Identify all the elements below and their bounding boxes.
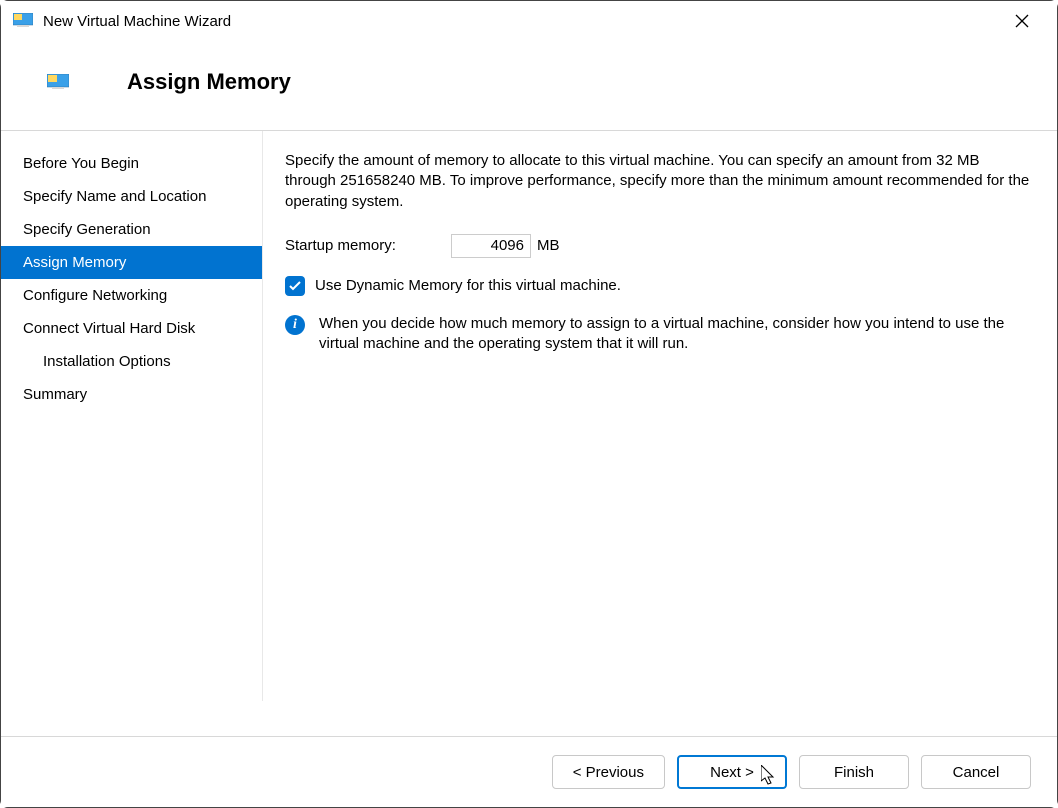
wizard-footer: < Previous Next > Finish Cancel — [1, 736, 1057, 807]
content-area: Before You Begin Specify Name and Locati… — [1, 131, 1057, 701]
step-before-you-begin[interactable]: Before You Begin — [1, 147, 262, 180]
close-icon — [1015, 14, 1029, 28]
info-row: i When you decide how much memory to ass… — [285, 314, 1031, 355]
dynamic-memory-checkbox[interactable] — [285, 276, 305, 296]
dynamic-memory-label: Use Dynamic Memory for this virtual mach… — [315, 277, 621, 294]
checkmark-icon — [289, 281, 301, 291]
dynamic-memory-row: Use Dynamic Memory for this virtual mach… — [285, 276, 1031, 296]
wizard-icon — [47, 74, 69, 90]
page-title: Assign Memory — [127, 69, 291, 95]
main-panel: Specify the amount of memory to allocate… — [263, 131, 1057, 701]
finish-button[interactable]: Finish — [799, 755, 909, 789]
previous-button[interactable]: < Previous — [552, 755, 665, 789]
memory-unit-label: MB — [537, 237, 560, 254]
step-installation-options[interactable]: Installation Options — [1, 345, 262, 378]
cancel-button[interactable]: Cancel — [921, 755, 1031, 789]
startup-memory-label: Startup memory: — [285, 237, 415, 254]
close-button[interactable] — [999, 5, 1045, 37]
wizard-steps-sidebar: Before You Begin Specify Name and Locati… — [1, 131, 263, 701]
next-button[interactable]: Next > — [677, 755, 787, 789]
wizard-header: Assign Memory — [1, 41, 1057, 130]
startup-memory-row: Startup memory: MB — [285, 234, 1031, 258]
description-text: Specify the amount of memory to allocate… — [285, 151, 1031, 212]
step-specify-generation[interactable]: Specify Generation — [1, 213, 262, 246]
info-text: When you decide how much memory to assig… — [319, 314, 1031, 355]
titlebar: New Virtual Machine Wizard — [1, 1, 1057, 41]
window-title: New Virtual Machine Wizard — [43, 13, 999, 30]
step-specify-name-location[interactable]: Specify Name and Location — [1, 180, 262, 213]
step-assign-memory[interactable]: Assign Memory — [1, 246, 262, 279]
step-configure-networking[interactable]: Configure Networking — [1, 279, 262, 312]
info-icon: i — [285, 315, 305, 335]
step-summary[interactable]: Summary — [1, 378, 262, 411]
step-connect-virtual-hard-disk[interactable]: Connect Virtual Hard Disk — [1, 312, 262, 345]
startup-memory-input[interactable] — [451, 234, 531, 258]
app-icon — [13, 13, 33, 29]
